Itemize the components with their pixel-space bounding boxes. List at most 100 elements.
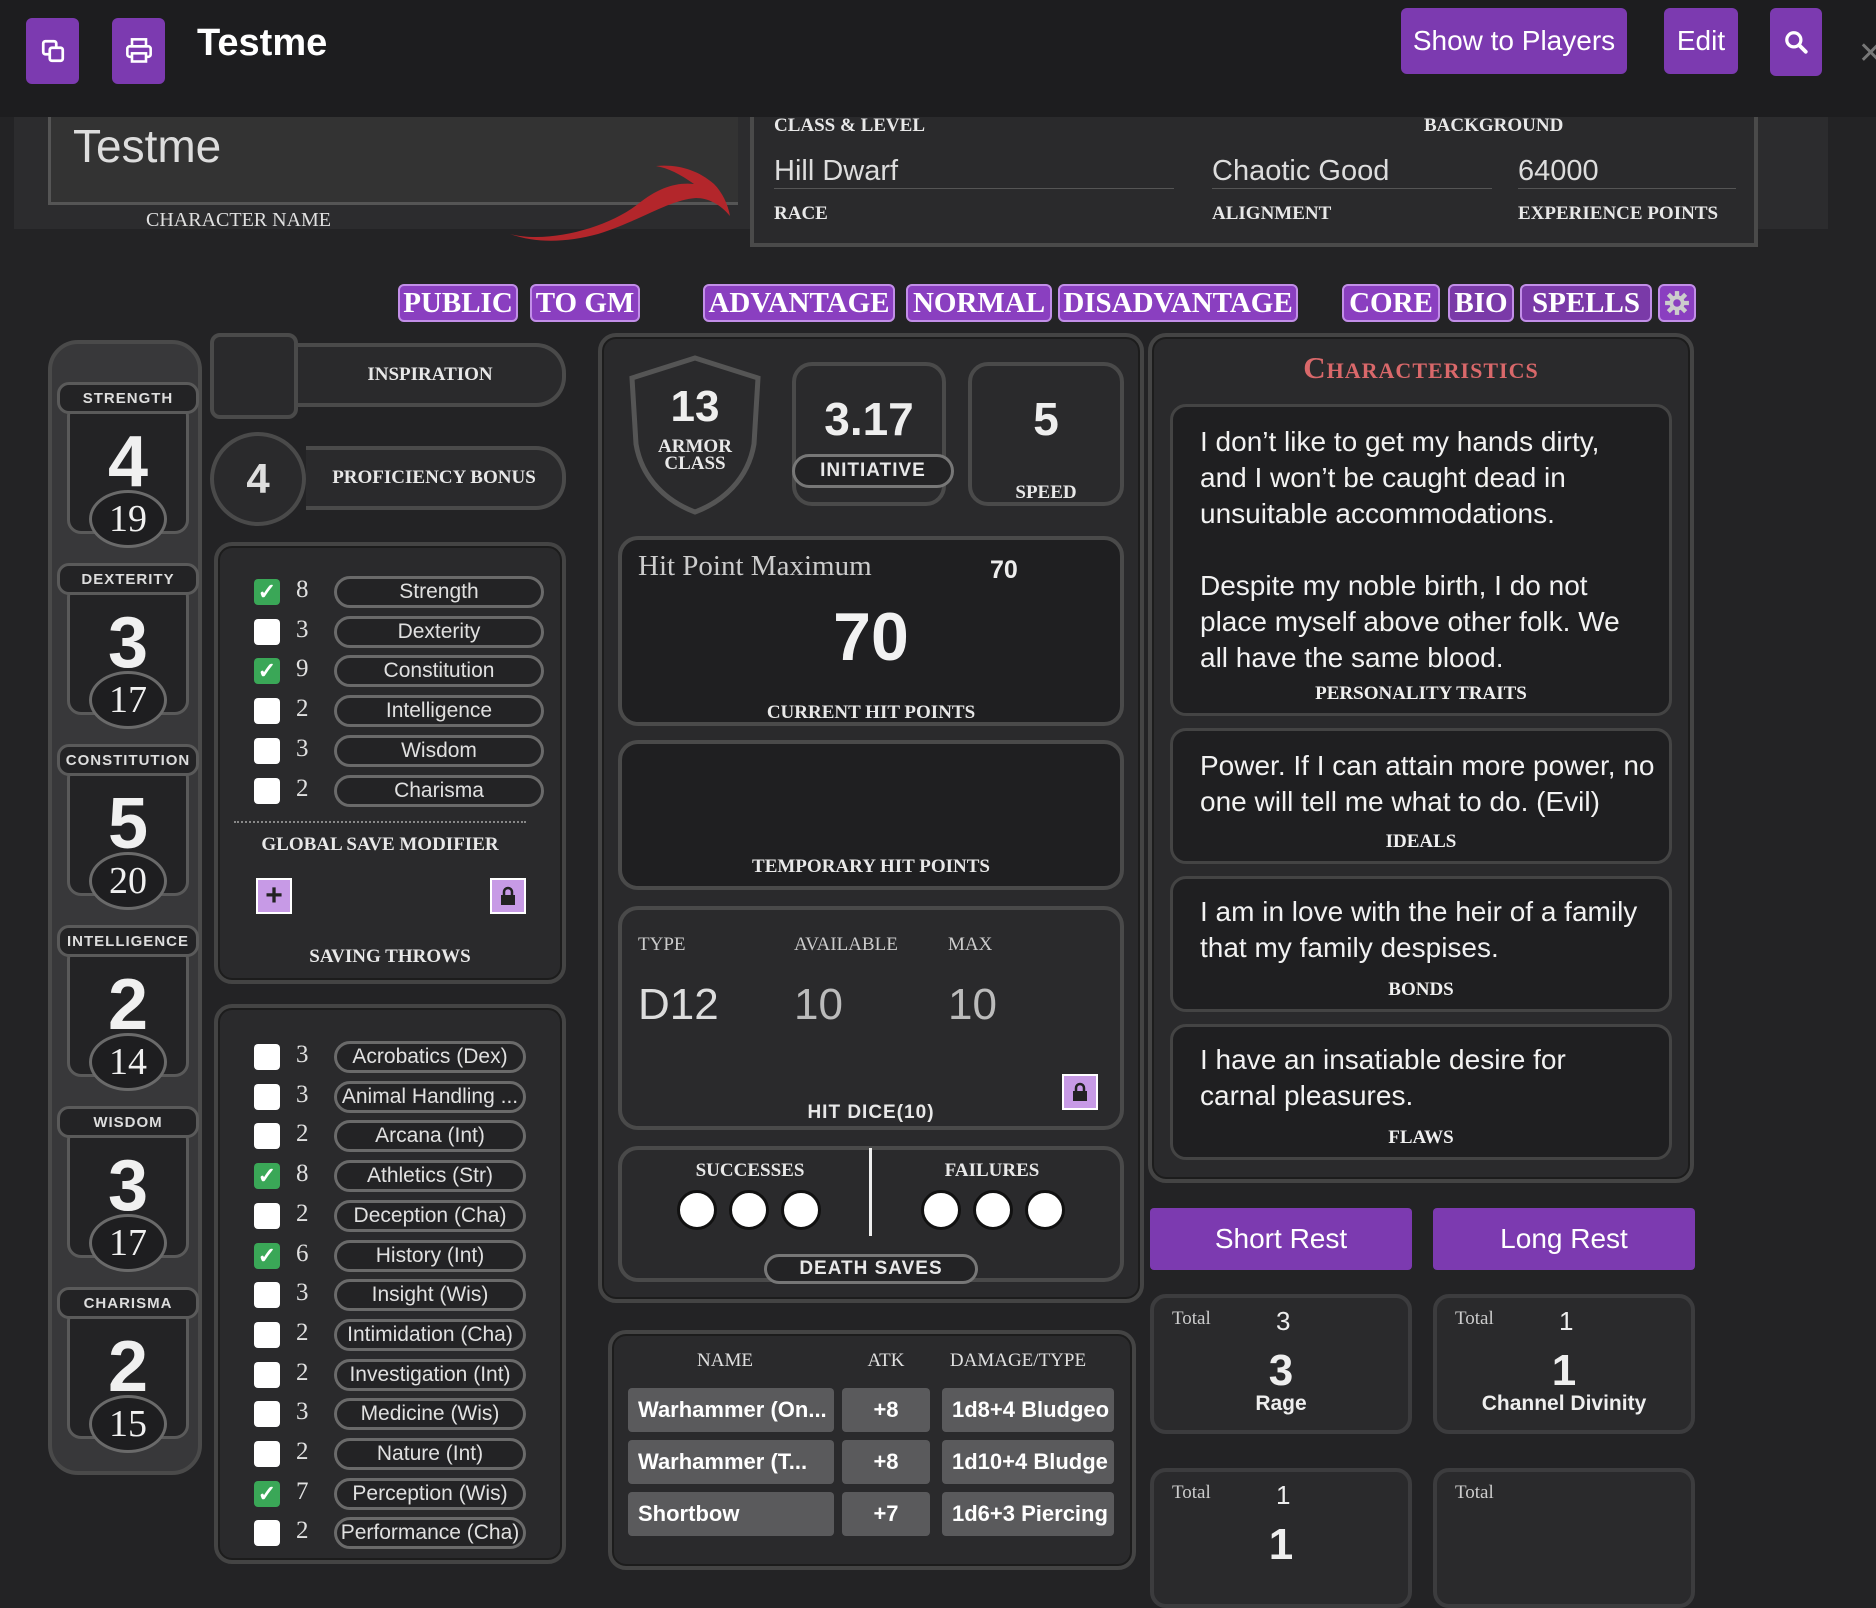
hit-dice-max[interactable]: 10 — [948, 980, 997, 1030]
skill-checkbox[interactable] — [254, 1282, 280, 1309]
long-rest-button[interactable]: Long Rest — [1433, 1208, 1695, 1270]
skill-button[interactable]: Acrobatics (Dex) — [334, 1041, 526, 1073]
plus-icon[interactable]: + — [256, 878, 292, 914]
attack-name[interactable]: Warhammer (On... — [628, 1388, 834, 1432]
hit-dice-available[interactable]: 10 — [794, 980, 843, 1030]
skill-button[interactable]: Performance (Cha) — [334, 1517, 526, 1550]
saving-throw-value: 9 — [296, 655, 309, 683]
ability-score[interactable]: 17 — [89, 671, 167, 729]
attack-bonus[interactable]: +8 — [842, 1440, 930, 1484]
hit-dice-type[interactable]: D12 — [638, 980, 719, 1030]
ability-score[interactable]: 19 — [89, 490, 167, 548]
saving-throw-checkbox[interactable] — [254, 698, 280, 725]
saving-throw-checkbox[interactable]: ✓ — [254, 658, 280, 685]
skill-button[interactable]: Arcana (Int) — [334, 1120, 526, 1153]
skill-checkbox[interactable] — [254, 1202, 280, 1229]
resource-value[interactable]: 1 — [1150, 1520, 1412, 1570]
saving-throw-button[interactable]: Charisma — [334, 774, 544, 807]
success-circle[interactable] — [677, 1190, 717, 1230]
resource-value[interactable]: 3 — [1150, 1346, 1412, 1396]
skill-checkbox[interactable] — [254, 1123, 280, 1150]
attack-name[interactable]: Shortbow — [628, 1492, 834, 1536]
saving-throw-button[interactable]: Strength — [334, 576, 544, 608]
search-button[interactable] — [1770, 8, 1822, 76]
advantage-button[interactable]: ADVANTAGE — [703, 284, 895, 322]
ability-score[interactable]: 20 — [89, 852, 167, 910]
lock-icon[interactable] — [490, 878, 526, 914]
skill-button[interactable]: Investigation (Int) — [334, 1358, 526, 1391]
skill-checkbox[interactable] — [254, 1401, 280, 1428]
saving-throw-checkbox[interactable]: ✓ — [254, 579, 280, 605]
normal-button[interactable]: NORMAL — [906, 284, 1052, 322]
failure-circle[interactable] — [973, 1190, 1013, 1230]
current-hp-value[interactable]: 70 — [618, 598, 1124, 676]
saving-throw-button[interactable]: Dexterity — [334, 615, 544, 648]
alignment-value[interactable]: Chaotic Good — [1212, 155, 1492, 189]
ability-charisma: 2 CHARISMA 15 — [55, 1287, 199, 1463]
attack-damage[interactable]: 1d8+4 Bludgeo — [942, 1388, 1114, 1432]
inspiration-box[interactable] — [210, 333, 298, 419]
attack-bonus[interactable]: +7 — [842, 1492, 930, 1536]
saving-throw-button[interactable]: Intelligence — [334, 695, 544, 728]
attack-damage[interactable]: 1d10+4 Bludge — [942, 1440, 1114, 1484]
failure-circle[interactable] — [1025, 1190, 1065, 1230]
success-circle[interactable] — [729, 1190, 769, 1230]
settings-button[interactable] — [1658, 284, 1696, 322]
skill-checkbox[interactable]: ✓ — [254, 1242, 280, 1269]
attack-damage[interactable]: 1d6+3 Piercing — [942, 1492, 1114, 1536]
resource-total[interactable]: 3 — [1276, 1306, 1290, 1337]
skill-checkbox[interactable] — [254, 1361, 280, 1388]
saving-throw-button[interactable]: Constitution — [334, 655, 544, 688]
skill-button[interactable]: History (Int) — [334, 1239, 526, 1272]
saving-throw-checkbox[interactable] — [254, 777, 280, 804]
tab-core[interactable]: CORE — [1342, 284, 1440, 322]
show-to-players-button[interactable]: Show to Players — [1401, 8, 1627, 74]
armor-class-value[interactable]: 13 — [622, 382, 768, 432]
race-value[interactable]: Hill Dwarf — [774, 155, 1174, 189]
skill-button[interactable]: Deception (Cha) — [334, 1199, 526, 1232]
skill-button[interactable]: Animal Handling ... — [334, 1080, 526, 1113]
hp-max-value[interactable]: 70 — [990, 556, 1018, 585]
print-button[interactable] — [112, 18, 165, 84]
skill-checkbox[interactable]: ✓ — [254, 1480, 280, 1507]
to-gm-button[interactable]: TO GM — [530, 284, 640, 322]
ability-score[interactable]: 17 — [89, 1214, 167, 1272]
saving-throw-checkbox[interactable] — [254, 737, 280, 764]
failure-circle[interactable] — [921, 1190, 961, 1230]
skill-checkbox[interactable] — [254, 1520, 280, 1547]
attack-bonus[interactable]: +8 — [842, 1388, 930, 1432]
copy-button[interactable] — [26, 18, 79, 84]
skill-button[interactable]: Nature (Int) — [334, 1438, 526, 1470]
resource-value[interactable]: 1 — [1433, 1346, 1695, 1396]
experience-points-value[interactable]: 64000 — [1518, 155, 1736, 189]
close-icon[interactable]: ✕ — [1858, 36, 1876, 71]
skill-checkbox[interactable] — [254, 1441, 280, 1467]
saving-throw-button[interactable]: Wisdom — [334, 734, 544, 767]
short-rest-button[interactable]: Short Rest — [1150, 1208, 1412, 1270]
skill-button[interactable]: Perception (Wis) — [334, 1477, 526, 1510]
skill-checkbox[interactable]: ✓ — [254, 1163, 280, 1190]
skill-button[interactable]: Medicine (Wis) — [334, 1398, 526, 1431]
skill-checkbox[interactable] — [254, 1044, 280, 1070]
skill-checkbox[interactable] — [254, 1321, 280, 1348]
skill-button[interactable]: Intimidation (Cha) — [334, 1318, 526, 1351]
skill-button[interactable]: Insight (Wis) — [334, 1279, 526, 1312]
page-title: Testme — [197, 22, 328, 64]
skill-button[interactable]: Athletics (Str) — [334, 1160, 526, 1193]
saving-throws-label: SAVING THROWS — [309, 946, 471, 967]
edit-button[interactable]: Edit — [1664, 8, 1738, 74]
resource-total[interactable]: 1 — [1559, 1306, 1573, 1337]
attack-name[interactable]: Warhammer (T... — [628, 1440, 834, 1484]
ability-score[interactable]: 15 — [89, 1395, 167, 1453]
saving-throw-checkbox[interactable] — [254, 618, 280, 645]
skill-checkbox[interactable] — [254, 1083, 280, 1110]
ability-score[interactable]: 14 — [89, 1033, 167, 1091]
public-button[interactable]: PUBLIC — [398, 284, 518, 322]
resource-total[interactable]: 1 — [1276, 1480, 1290, 1511]
alignment-label: ALIGNMENT — [1212, 203, 1332, 224]
disadvantage-button[interactable]: DISADVANTAGE — [1058, 284, 1298, 322]
ability-name: CONSTITUTION — [57, 744, 199, 776]
tab-bio[interactable]: BIO — [1448, 284, 1514, 322]
tab-spells[interactable]: SPELLS — [1520, 284, 1652, 322]
success-circle[interactable] — [781, 1190, 821, 1230]
